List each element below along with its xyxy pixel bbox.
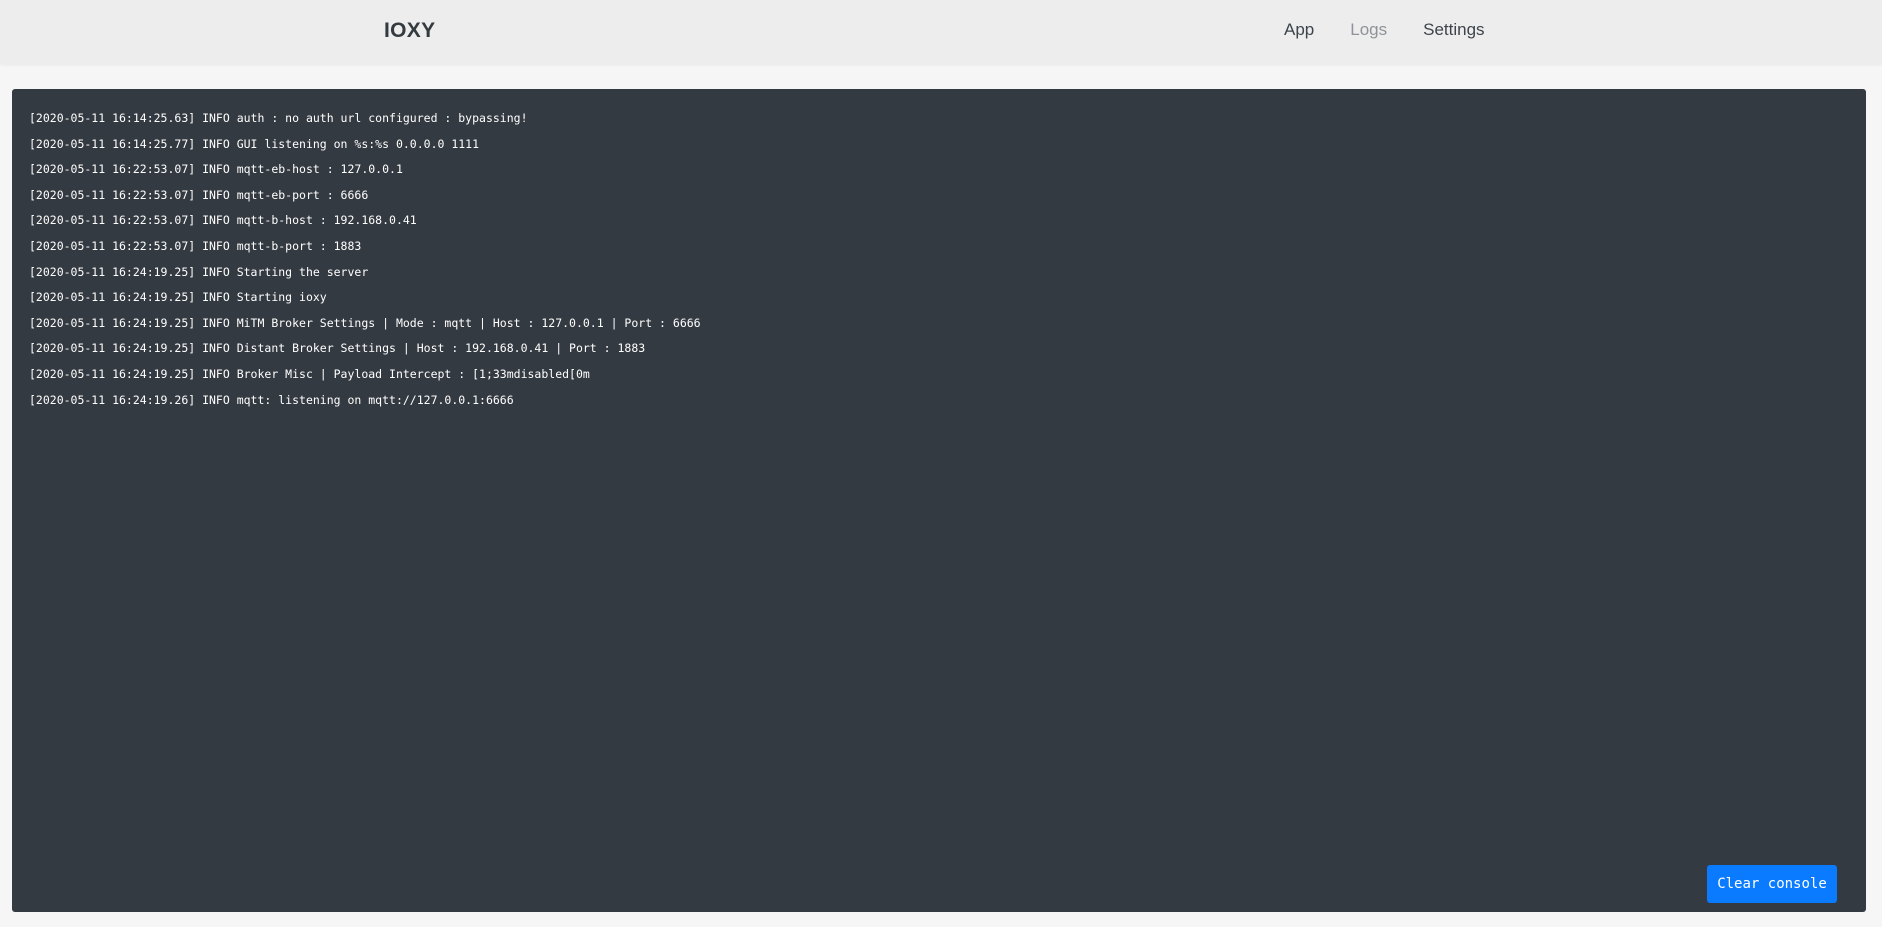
log-line: [2020-05-11 16:22:53.07] INFO mqtt-eb-ho… xyxy=(29,162,403,177)
nav-link-logs[interactable]: Logs xyxy=(1350,20,1387,40)
log-line: [2020-05-11 16:22:53.07] INFO mqtt-eb-po… xyxy=(29,187,369,202)
log-line: [2020-05-11 16:22:53.07] INFO mqtt-b-hos… xyxy=(29,213,417,228)
nav-link-settings[interactable]: Settings xyxy=(1423,20,1484,40)
top-navbar: IOXY App Logs Settings xyxy=(0,0,1882,64)
log-line: [2020-05-11 16:22:53.07] INFO mqtt-b-por… xyxy=(29,238,362,253)
log-line: [2020-05-11 16:14:25.63] INFO auth : no … xyxy=(29,111,528,125)
log-line: [2020-05-11 16:24:19.25] INFO Broker Mis… xyxy=(29,366,590,381)
log-line: [2020-05-11 16:24:19.25] INFO Starting t… xyxy=(29,264,369,279)
log-line: [2020-05-11 16:24:19.26] INFO mqtt: list… xyxy=(29,392,514,407)
log-line: [2020-05-11 16:24:19.25] INFO Distant Br… xyxy=(29,341,646,356)
nav-links: App Logs Settings xyxy=(1284,20,1485,40)
brand-logo[interactable]: IOXY xyxy=(384,19,435,43)
log-line: [2020-05-11 16:14:25.77] INFO GUI listen… xyxy=(29,136,480,151)
nav-link-app[interactable]: App xyxy=(1284,20,1314,40)
clear-console-button[interactable]: Clear console xyxy=(1707,865,1837,903)
log-line: [2020-05-11 16:24:19.25] INFO MiTM Broke… xyxy=(29,315,701,330)
log-list: [2020-05-11 16:14:25.63] INFO auth : no … xyxy=(29,111,701,418)
log-line: [2020-05-11 16:24:19.25] INFO Starting i… xyxy=(29,290,327,305)
log-console[interactable]: [2020-05-11 16:14:25.63] INFO auth : no … xyxy=(12,89,1866,912)
